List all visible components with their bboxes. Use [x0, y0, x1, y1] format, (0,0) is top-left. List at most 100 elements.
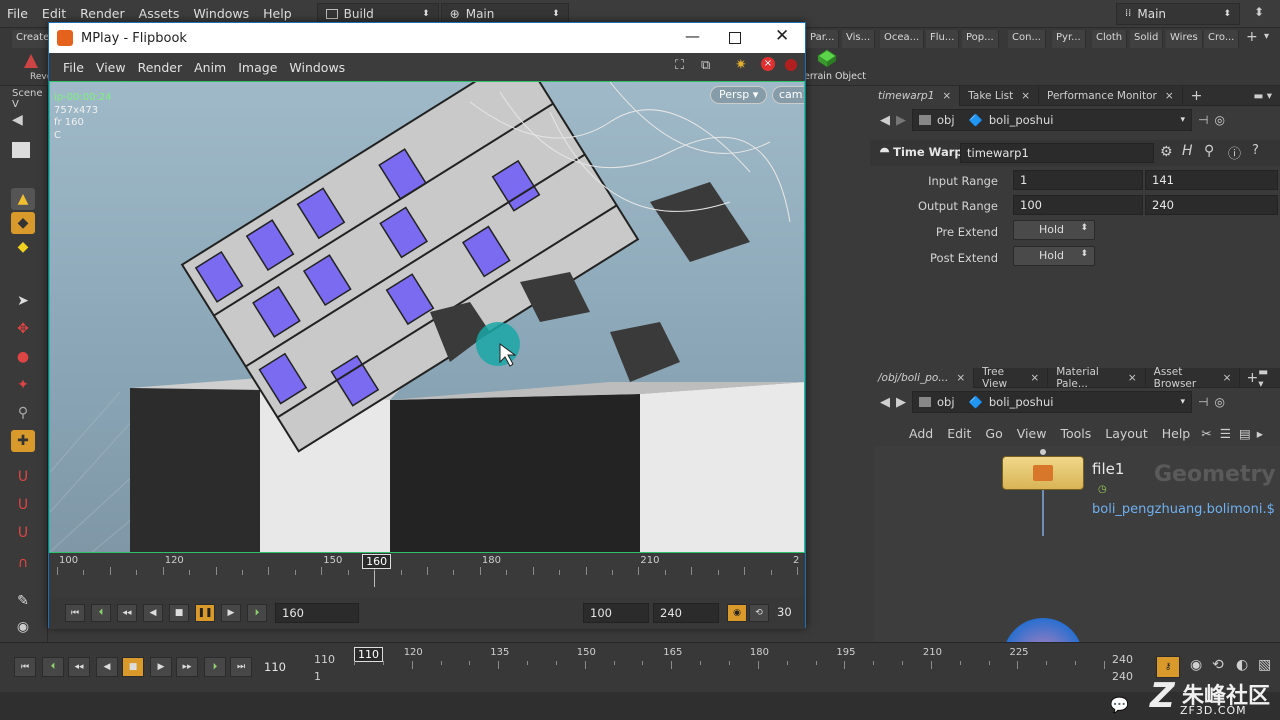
mplay-ruler[interactable]: 100 120 150 180 210 2 160: [57, 553, 805, 597]
close-icon[interactable]: ×: [1021, 90, 1030, 102]
search-icon[interactable]: ⚲: [1204, 143, 1214, 159]
shelf-tab-cloth[interactable]: Cloth: [1092, 30, 1128, 48]
net-menu-edit[interactable]: Edit: [940, 426, 978, 441]
mp-play-icon[interactable]: ▶: [221, 604, 241, 622]
cancel-icon[interactable]: [785, 59, 797, 71]
select-box-icon[interactable]: ◆: [11, 212, 35, 234]
step-forward-icon[interactable]: ▸▸: [176, 657, 198, 677]
net-menu-tools[interactable]: Tools: [1053, 426, 1098, 441]
key-icon[interactable]: ⚷: [1156, 656, 1180, 678]
path-geo[interactable]: boli_poshui: [989, 395, 1054, 409]
mp-loop-icon[interactable]: ⟲: [749, 604, 769, 622]
input-range-start[interactable]: 1: [1013, 170, 1143, 190]
output-range-start[interactable]: 100: [1013, 195, 1143, 215]
maximize-icon[interactable]: [729, 32, 741, 44]
info-icon[interactable]: ⓘ: [1228, 143, 1241, 162]
wrench-icon[interactable]: ✂: [1197, 426, 1215, 441]
timeline-options-icon[interactable]: ▧: [1258, 657, 1271, 673]
path-geo[interactable]: boli_poshui: [989, 113, 1054, 127]
add-tab-icon[interactable]: +: [1240, 370, 1258, 386]
audio-icon[interactable]: ◐: [1236, 657, 1248, 673]
mplay-menu-view[interactable]: View: [90, 60, 132, 75]
brush-icon[interactable]: ✎: [11, 590, 35, 612]
mp-frame-field[interactable]: 160: [275, 603, 359, 623]
paint-select-icon[interactable]: ◆: [11, 236, 35, 258]
mplay-menu-image[interactable]: Image: [232, 60, 283, 75]
net-menu-layout[interactable]: Layout: [1098, 426, 1155, 441]
tab-network[interactable]: /obj/boli_po... ×: [870, 367, 975, 388]
mp-play-reverse-icon[interactable]: ◀: [143, 604, 163, 622]
path-obj[interactable]: obj: [937, 113, 955, 127]
list-icon[interactable]: ▤: [1235, 426, 1255, 441]
magnet-2-icon[interactable]: U: [11, 494, 35, 516]
step-key-back-icon[interactable]: ⏴: [42, 657, 64, 677]
close-icon[interactable]: ×: [956, 372, 965, 384]
net-menu-view[interactable]: View: [1010, 426, 1054, 441]
play-icon[interactable]: ▶: [150, 657, 172, 677]
render-icon[interactable]: ✷: [735, 57, 747, 73]
tab-performance-monitor[interactable]: Performance Monitor ×: [1039, 85, 1183, 106]
parm-path-field[interactable]: obj 🔷 boli_poshui ▾: [912, 109, 1192, 131]
shelf-tab-ocean[interactable]: Ocea...: [880, 30, 925, 48]
close-icon[interactable]: ×: [1030, 372, 1039, 384]
path-obj[interactable]: obj: [937, 395, 955, 409]
fit-view-icon[interactable]: ⛶: [675, 58, 684, 73]
file1-node[interactable]: [1002, 456, 1084, 490]
pin-icon[interactable]: ⊣: [1198, 395, 1208, 409]
shelf-tab-solid[interactable]: Solid: [1130, 30, 1164, 48]
global-range-start[interactable]: 110: [314, 653, 335, 666]
gear-icon[interactable]: ⚙: [1160, 144, 1173, 160]
chevron-down-icon[interactable]: ▾: [1264, 31, 1269, 42]
net-menu-add[interactable]: Add: [902, 426, 940, 441]
handle-icon[interactable]: ✚: [11, 430, 35, 452]
back-icon[interactable]: ◀: [880, 395, 890, 410]
tab-material-palette[interactable]: Material Pale... ×: [1048, 366, 1146, 390]
right-desktop-dropdown[interactable]: ⁞⁞ Main ⬍: [1116, 2, 1240, 25]
mp-range-end-field[interactable]: 240: [653, 603, 719, 623]
global-current-frame[interactable]: 110: [354, 647, 383, 662]
mp-fps-field[interactable]: 30: [771, 603, 803, 623]
shelf-tab-wires[interactable]: Wires: [1166, 30, 1203, 48]
mp-range-start-field[interactable]: 100: [583, 603, 649, 623]
pin-icon[interactable]: ⊣: [1198, 113, 1208, 127]
net-menu-help[interactable]: Help: [1155, 426, 1198, 441]
realtime-icon[interactable]: ◉: [1190, 657, 1202, 673]
chevron-down-icon[interactable]: ▾: [1180, 397, 1185, 407]
jump-start-icon[interactable]: ⏮: [14, 657, 36, 677]
mplay-menu-file[interactable]: File: [57, 60, 90, 75]
output-range-end[interactable]: 240: [1145, 195, 1278, 215]
mp-realtime-icon[interactable]: ◉: [727, 604, 747, 622]
shelf-tab-pyro[interactable]: Pyr...: [1052, 30, 1086, 48]
shelf-tab-fluid[interactable]: Flu...: [926, 30, 960, 48]
global-ruler[interactable]: 110 120 135 150 165 180 195 210 225: [354, 643, 1108, 685]
revolve-icon[interactable]: [18, 50, 44, 74]
mp-step-back-icon[interactable]: ◂◂: [117, 604, 137, 622]
hscript-icon[interactable]: H: [1182, 143, 1193, 159]
shelf-tab-vis[interactable]: Vis...: [842, 30, 876, 48]
mplay-titlebar[interactable]: MPlay - Flipbook — ✕: [49, 23, 805, 53]
menu-windows[interactable]: Windows: [186, 6, 256, 21]
pose-icon[interactable]: ⚲: [11, 402, 35, 424]
pane-menu-icon[interactable]: ▬ ▾: [1258, 366, 1280, 390]
menu-help[interactable]: Help: [256, 6, 299, 21]
arrow-left-icon[interactable]: ◀: [12, 112, 23, 128]
close-icon[interactable]: ×: [1165, 90, 1174, 102]
back-icon[interactable]: ◀: [880, 113, 890, 128]
magnet-1-icon[interactable]: U: [11, 466, 35, 488]
select-lasso-icon[interactable]: ▲: [11, 188, 35, 210]
mp-stop-icon[interactable]: ■: [169, 604, 189, 622]
pre-extend-menu[interactable]: Hold ⬍: [1013, 220, 1095, 240]
step-back-icon[interactable]: ◂◂: [68, 657, 90, 677]
close-icon[interactable]: ×: [1128, 372, 1137, 384]
help-icon[interactable]: ◎: [1214, 113, 1224, 127]
add-tab-icon[interactable]: +: [1183, 88, 1203, 104]
mp-jump-start-icon[interactable]: ⏮: [65, 604, 85, 622]
tree-icon[interactable]: ☰: [1216, 426, 1235, 441]
menu-render[interactable]: Render: [73, 6, 132, 21]
mplay-menu-windows[interactable]: Windows: [283, 60, 351, 75]
menu-assets[interactable]: Assets: [132, 6, 187, 21]
forward-icon[interactable]: ▶: [896, 395, 906, 410]
stop-icon[interactable]: ■: [122, 657, 144, 677]
sphere-icon[interactable]: ◉: [11, 616, 35, 638]
mplay-current-frame[interactable]: 160: [362, 554, 392, 569]
